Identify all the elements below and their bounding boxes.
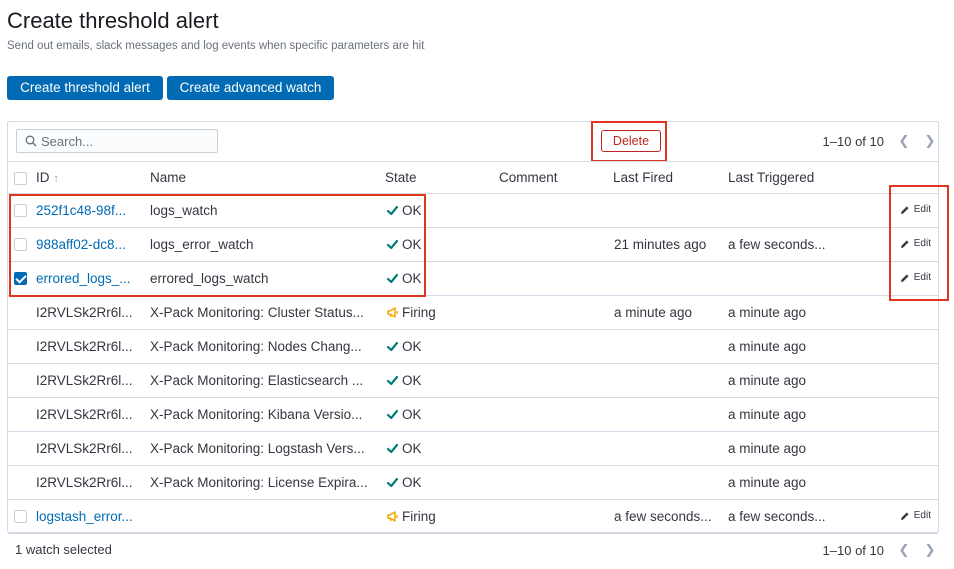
last-triggered: a minute ago	[728, 305, 807, 320]
table-row: I2RVLSk2Rr6l... X-Pack Monitoring: Elasti…	[8, 364, 938, 398]
selection-count: 1 watch selected	[15, 542, 112, 557]
watch-state: Firing	[386, 305, 436, 320]
check-icon	[386, 442, 399, 455]
pagination-bottom: 1–10 of 10 ❮ ❯	[823, 540, 936, 560]
selected-rows-highlight-box	[9, 194, 426, 297]
watch-id: I2RVLSk2Rr6l...	[36, 373, 133, 388]
sort-ascending-icon: ↑	[53, 171, 60, 185]
delete-highlight-box	[591, 121, 667, 162]
page-title: Create threshold alert	[7, 8, 219, 33]
watch-name: X-Pack Monitoring: Cluster Status...	[150, 305, 364, 320]
state-label: Firing	[402, 305, 436, 320]
pagination-range: 1–10 of 10	[822, 133, 884, 149]
watch-state: OK	[386, 339, 422, 354]
watch-state: OK	[386, 373, 422, 388]
search-input[interactable]: Search...	[16, 129, 218, 153]
last-triggered: a minute ago	[728, 407, 807, 422]
column-comment[interactable]: Comment	[499, 170, 558, 185]
chevron-right-icon[interactable]: ❯	[924, 542, 936, 558]
table-row: I2RVLSk2Rr6l... X-Pack Monitoring: Logsta…	[8, 432, 938, 466]
table-row: I2RVLSk2Rr6l... X-Pack Monitoring: Licens…	[8, 466, 938, 500]
column-last-fired[interactable]: Last Fired	[613, 170, 673, 185]
watch-state: OK	[386, 407, 422, 422]
check-icon	[386, 476, 399, 489]
state-label: OK	[402, 407, 422, 422]
watch-name: X-Pack Monitoring: Logstash Vers...	[150, 441, 365, 456]
pagination-top: 1–10 of 10 ❮ ❯	[823, 131, 936, 151]
state-label: OK	[402, 373, 422, 388]
edit-button[interactable]: Edit	[900, 510, 931, 521]
megaphone-icon	[386, 510, 399, 523]
table-row: I2RVLSk2Rr6l... X-Pack Monitoring: Cluste…	[8, 296, 938, 330]
table-row: logstash_error... Firing a few seconds... a…	[8, 500, 938, 534]
chevron-left-icon[interactable]: ❮	[898, 542, 910, 558]
last-triggered: a minute ago	[728, 339, 807, 354]
last-fired: a minute ago	[614, 305, 693, 320]
watch-state: OK	[386, 441, 422, 456]
watch-id: I2RVLSk2Rr6l...	[36, 407, 133, 422]
state-label: OK	[402, 475, 422, 490]
watch-id: I2RVLSk2Rr6l...	[36, 441, 133, 456]
table-row: I2RVLSk2Rr6l... X-Pack Monitoring: Nodes …	[8, 330, 938, 364]
check-icon	[386, 408, 399, 421]
column-last-triggered[interactable]: Last Triggered	[728, 170, 814, 185]
watch-name: X-Pack Monitoring: Kibana Versio...	[150, 407, 363, 422]
watch-id: I2RVLSk2Rr6l...	[36, 339, 133, 354]
table-row: I2RVLSk2Rr6l... X-Pack Monitoring: Kibana…	[8, 398, 938, 432]
edit-actions-highlight-box	[889, 185, 949, 301]
watch-state: OK	[386, 475, 422, 490]
edit-label: Edit	[913, 510, 931, 521]
column-id-label: ID	[36, 170, 50, 185]
watch-id: I2RVLSk2Rr6l...	[36, 305, 133, 320]
watch-state: Firing	[386, 509, 436, 524]
table-header: ID ↑ Name State Comment Last Fired Last …	[8, 161, 938, 194]
check-icon	[386, 374, 399, 387]
chevron-left-icon[interactable]: ❮	[898, 133, 910, 149]
state-label: OK	[402, 441, 422, 456]
state-label: Firing	[402, 509, 436, 524]
watch-name: X-Pack Monitoring: Elasticsearch ...	[150, 373, 364, 388]
watch-id: I2RVLSk2Rr6l...	[36, 475, 133, 490]
create-advanced-watch-button[interactable]: Create advanced watch	[167, 76, 334, 100]
last-triggered: a minute ago	[728, 373, 807, 388]
last-triggered: a minute ago	[728, 475, 807, 490]
create-threshold-alert-button[interactable]: Create threshold alert	[7, 76, 163, 100]
column-id[interactable]: ID ↑	[36, 170, 59, 185]
last-triggered: a minute ago	[728, 441, 807, 456]
last-triggered: a few seconds...	[728, 237, 826, 252]
search-icon	[25, 135, 37, 147]
column-name[interactable]: Name	[150, 170, 186, 185]
pagination-range: 1–10 of 10	[822, 542, 884, 558]
last-triggered: a few seconds...	[728, 509, 826, 524]
check-icon	[386, 340, 399, 353]
watch-name: X-Pack Monitoring: Nodes Chang...	[150, 339, 362, 354]
last-fired: a few seconds...	[614, 509, 712, 524]
column-state[interactable]: State	[385, 170, 417, 185]
megaphone-icon	[386, 306, 399, 319]
chevron-right-icon[interactable]: ❯	[924, 133, 936, 149]
page-subtitle: Send out emails, slack messages and log …	[7, 40, 425, 52]
select-all-checkbox[interactable]	[14, 172, 27, 185]
pencil-icon	[900, 511, 910, 521]
search-placeholder: Search...	[41, 134, 94, 149]
watch-name: X-Pack Monitoring: License Expira...	[150, 475, 368, 490]
last-fired: 21 minutes ago	[614, 237, 707, 252]
watch-id-link[interactable]: logstash_error...	[36, 509, 133, 524]
state-label: OK	[402, 339, 422, 354]
row-checkbox[interactable]	[14, 510, 27, 523]
